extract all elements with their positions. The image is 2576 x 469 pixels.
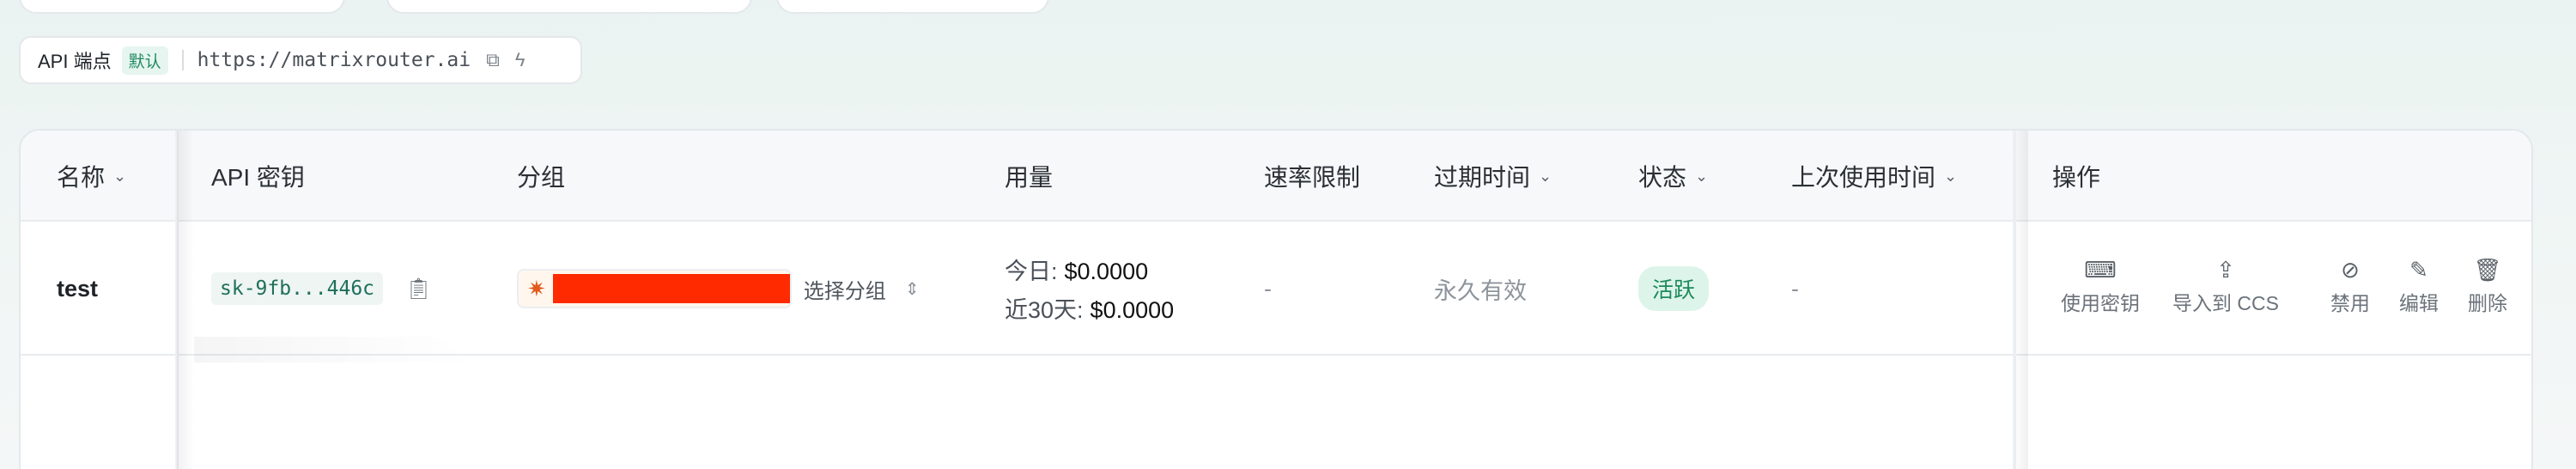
col-usage-label: 用量 <box>1005 164 1054 191</box>
col-expiry-label: 过期时间 <box>1434 164 1531 191</box>
decorative-shadow <box>194 337 477 362</box>
key-name: test <box>57 275 99 302</box>
disable-button[interactable]: ⊘ 禁用 <box>2330 256 2370 316</box>
upload-icon: ⇪ <box>2216 256 2235 283</box>
cell-group: ✷ 选择分组 ⇕ <box>517 222 920 356</box>
clipboard-icon[interactable]: 📋︎ <box>405 277 431 302</box>
usage-today: 今日: $0.0000 <box>1005 253 1148 286</box>
top-card-1 <box>19 0 345 14</box>
col-group-label: 分组 <box>517 164 566 191</box>
endpoint-url: https://matrixrouter.ai <box>197 49 471 71</box>
cell-expiry: 永久有效 <box>1434 222 1527 356</box>
edit-label: 编辑 <box>2399 292 2439 314</box>
divider <box>181 50 184 70</box>
usage-30d: 近30天: $0.0000 <box>1005 291 1174 325</box>
terminal-icon: ⌨︎ <box>2084 256 2117 283</box>
disable-label: 禁用 <box>2330 292 2370 314</box>
edit-button[interactable]: ✎ 编辑 <box>2399 256 2439 316</box>
rate-limit-value: - <box>1264 275 1272 302</box>
top-card-3 <box>776 0 1049 14</box>
group-selector[interactable]: ✷ <box>517 269 792 308</box>
col-key-header: API 密钥 <box>211 131 305 222</box>
sticky-shadow-left <box>177 131 194 469</box>
col-expiry-header[interactable]: 过期时间 ⌄ <box>1434 131 1552 222</box>
table-row: test sk-9fb...446c 📋︎ ✷ 选择分组 ⇕ 今日: $0.000… <box>21 222 2531 356</box>
status-badge: 活跃 <box>1638 266 1710 311</box>
cell-rate: - <box>1264 222 1272 356</box>
col-actions-header: 操作 <box>2052 131 2100 222</box>
col-actions-label: 操作 <box>2052 164 2101 191</box>
chevron-down-icon: ⌄ <box>1539 167 1552 185</box>
usage-30d-label: 近30天: <box>1005 297 1084 323</box>
sticky-shadow-right <box>2013 131 2028 469</box>
chevron-down-icon: ⌄ <box>113 167 127 185</box>
select-group-label[interactable]: 选择分组 <box>804 274 886 304</box>
usage-today-label: 今日: <box>1005 259 1058 284</box>
import-ccs-button[interactable]: ⇪ 导入到 CCS <box>2172 256 2279 316</box>
delete-label: 删除 <box>2468 292 2507 314</box>
use-key-label: 使用密钥 <box>2061 292 2140 314</box>
top-card-2 <box>386 0 752 14</box>
delete-button[interactable]: 🗑︎ 删除 <box>2468 256 2507 316</box>
col-rate-label: 速率限制 <box>1264 164 1361 191</box>
cell-status: 活跃 <box>1638 222 1710 356</box>
spark-icon: ✷ <box>527 275 546 302</box>
chevron-updown-icon[interactable]: ⇕ <box>905 278 920 300</box>
col-status-header[interactable]: 状态 ⌄ <box>1638 131 1708 222</box>
expiry-value: 永久有效 <box>1434 277 1527 304</box>
last-used-value: - <box>1791 275 1799 302</box>
col-last-used-header[interactable]: 上次使用时间 ⌄ <box>1791 131 1957 222</box>
col-rate-header: 速率限制 <box>1264 131 1360 222</box>
table-header: 名称 ⌄ API 密钥 分组 用量 速率限制 过期时间 ⌄ 状态 ⌄ 上次使用时… <box>21 131 2531 222</box>
col-key-label: API 密钥 <box>211 164 305 191</box>
cell-usage: 今日: $0.0000 近30天: $0.0000 <box>1005 222 1174 356</box>
edit-icon: ✎ <box>2409 256 2428 283</box>
col-name-header[interactable]: 名称 ⌄ <box>57 131 126 222</box>
col-usage-header: 用量 <box>1005 131 1053 222</box>
endpoint-label: API 端点 <box>38 51 112 72</box>
col-name-label: 名称 <box>57 164 106 191</box>
trash-icon: 🗑︎ <box>2473 256 2502 283</box>
cell-key: sk-9fb...446c 📋︎ <box>211 222 431 356</box>
cell-last-used: - <box>1791 222 1799 356</box>
import-ccs-label: 导入到 CCS <box>2172 292 2279 314</box>
col-status-label: 状态 <box>1638 164 1687 191</box>
col-last-used-label: 上次使用时间 <box>1791 164 1936 191</box>
default-badge: 默认 <box>121 46 168 75</box>
use-key-button[interactable]: ⌨︎ 使用密钥 <box>2061 256 2140 316</box>
api-key-value[interactable]: sk-9fb...446c <box>211 272 384 305</box>
redacted-group-name <box>552 274 790 303</box>
api-endpoint-bar: API 端点 默认 https://matrixrouter.ai ⧉ ϟ <box>19 36 582 84</box>
api-keys-table: 名称 ⌄ API 密钥 分组 用量 速率限制 过期时间 ⌄ 状态 ⌄ 上次使用时… <box>19 129 2533 469</box>
lightning-icon[interactable]: ϟ <box>515 49 526 71</box>
chevron-down-icon: ⌄ <box>1944 167 1958 185</box>
usage-30d-value: $0.0000 <box>1090 297 1175 323</box>
cell-name: test <box>57 222 98 356</box>
col-group-header: 分组 <box>517 131 565 222</box>
chevron-down-icon: ⌄ <box>1695 167 1709 185</box>
ban-icon: ⊘ <box>2341 256 2360 283</box>
copy-icon[interactable]: ⧉ <box>486 49 500 71</box>
usage-today-value: $0.0000 <box>1064 259 1149 284</box>
